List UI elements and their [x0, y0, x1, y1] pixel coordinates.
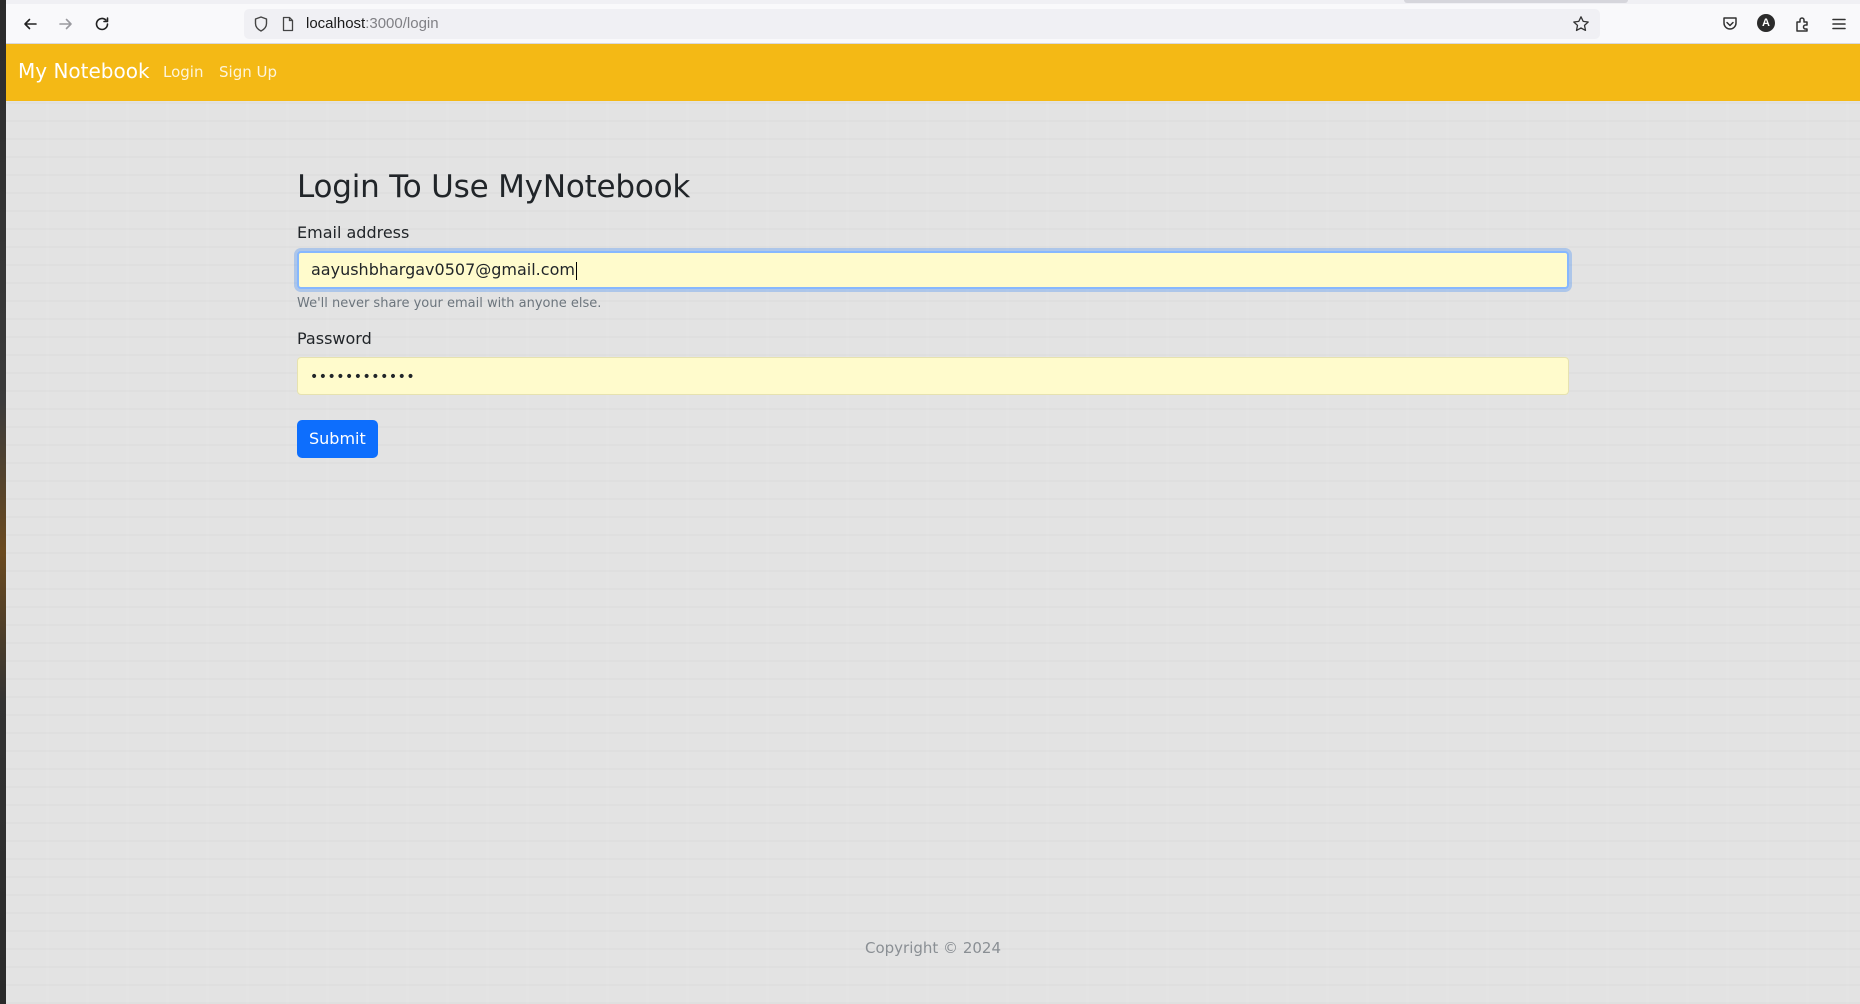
back-arrow-icon — [24, 18, 37, 30]
active-tab-indicator[interactable] — [1404, 0, 1628, 3]
tab-strip — [6, 0, 1860, 4]
text-caret — [575, 261, 577, 280]
page-title: Login To Use MyNotebook — [297, 169, 691, 205]
reload-button[interactable] — [88, 10, 116, 38]
pocket-icon — [1723, 17, 1737, 30]
url-host: localhost — [306, 15, 366, 32]
extensions-button[interactable] — [1793, 14, 1813, 34]
address-bar[interactable]: localhost:3000/login — [244, 9, 1600, 39]
app-navbar: My Notebook Login Sign Up — [6, 44, 1860, 101]
submit-button[interactable]: Submit — [297, 420, 378, 458]
nav-link-login[interactable]: Login — [163, 63, 203, 81]
password-value: •••••••••••• — [310, 369, 416, 385]
bookmark-star-icon[interactable] — [1572, 15, 1590, 33]
url-text[interactable]: localhost:3000/login — [306, 15, 439, 32]
password-input[interactable]: •••••••••••• — [297, 357, 1569, 395]
shield-icon[interactable] — [252, 15, 270, 33]
puzzle-icon — [1796, 17, 1808, 32]
email-input[interactable]: aayushbhargav0507@gmail.com — [297, 251, 1569, 289]
main-content: Login To Use MyNotebook Email address aa… — [6, 101, 1860, 1004]
email-help-text: We'll never share your email with anyone… — [297, 296, 602, 311]
navbar-brand[interactable]: My Notebook — [18, 59, 150, 83]
password-label: Password — [297, 329, 372, 348]
account-button[interactable]: A — [1757, 14, 1777, 34]
page-icon[interactable] — [280, 16, 296, 32]
footer-copyright: Copyright © 2024 — [864, 939, 1001, 957]
reload-icon — [95, 17, 109, 31]
avatar: A — [1757, 14, 1775, 32]
login-form: Login To Use MyNotebook Email address aa… — [297, 169, 1577, 458]
forward-arrow-icon — [59, 18, 72, 30]
url-path: :3000/login — [365, 15, 439, 32]
email-label: Email address — [297, 223, 410, 242]
menu-button[interactable] — [1829, 14, 1849, 34]
browser-toolbar: localhost:3000/login A — [6, 0, 1860, 44]
nav-link-signup[interactable]: Sign Up — [219, 63, 277, 81]
forward-button[interactable] — [52, 10, 80, 38]
back-button[interactable] — [16, 10, 44, 38]
hamburger-menu-icon — [1832, 18, 1846, 30]
pocket-button[interactable] — [1720, 14, 1740, 34]
email-value: aayushbhargav0507@gmail.com — [311, 260, 575, 279]
